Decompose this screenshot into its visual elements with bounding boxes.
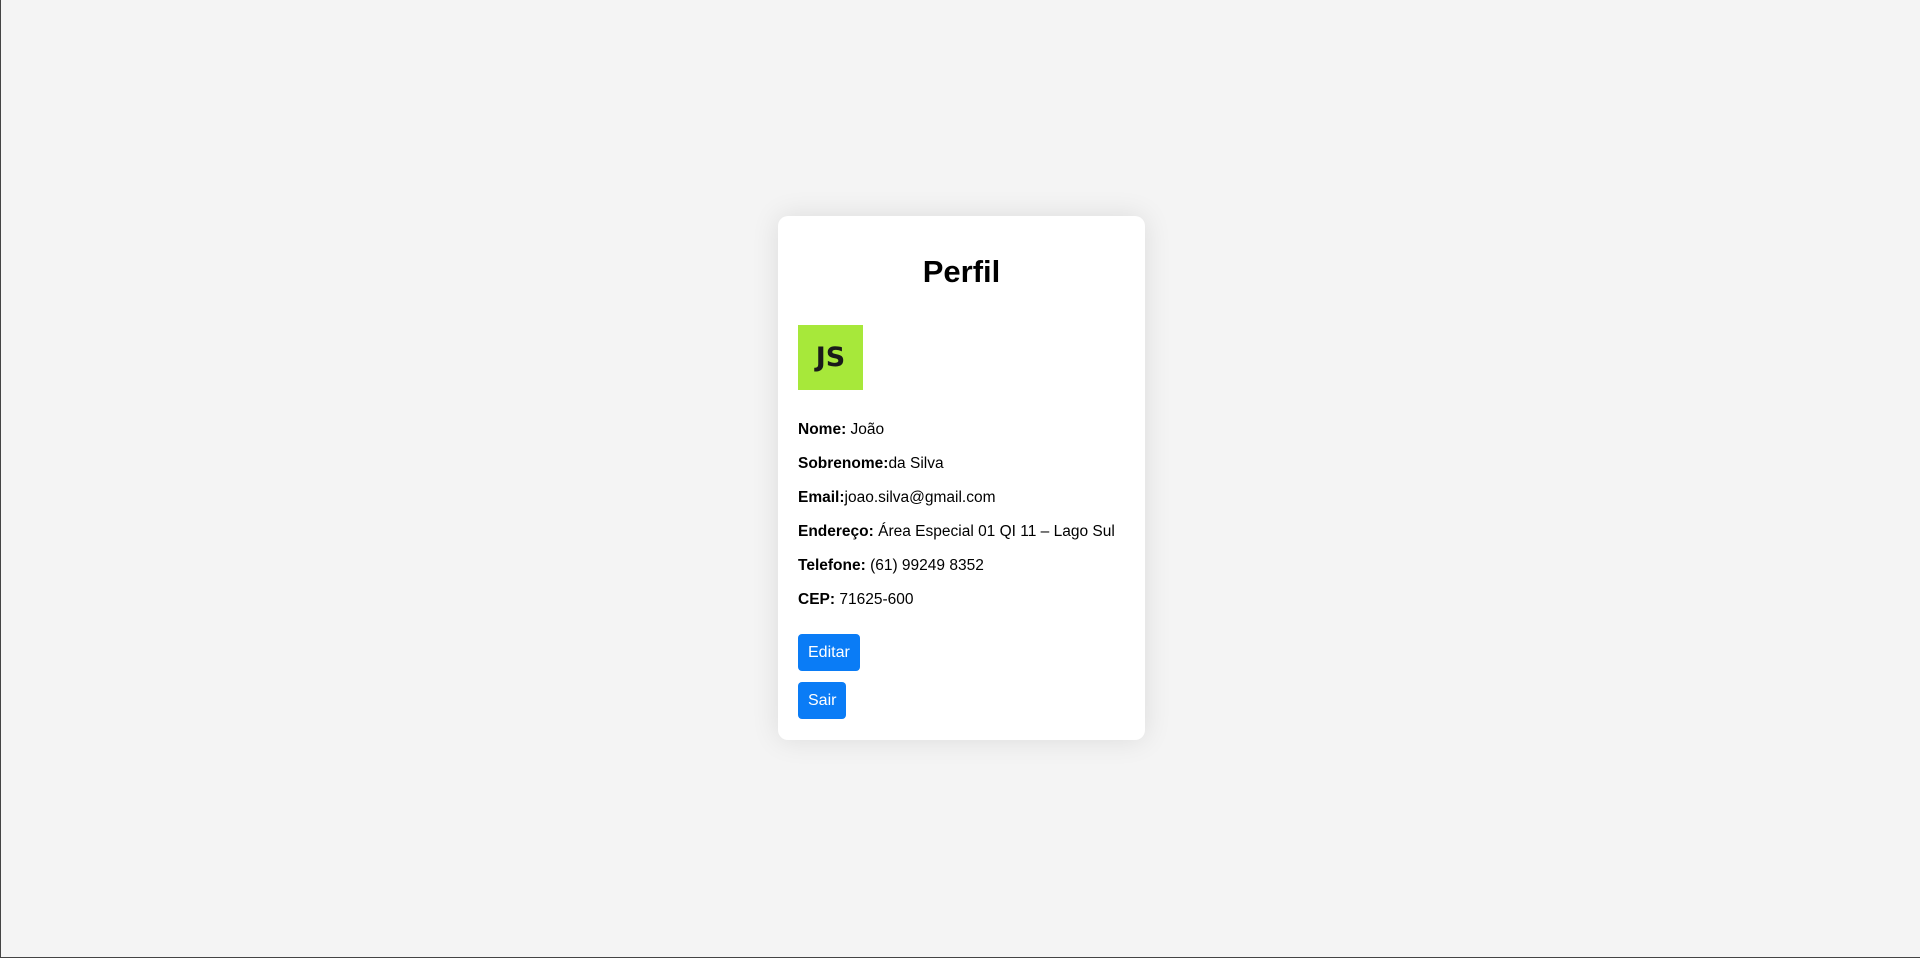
- field-value: 71625-600: [839, 591, 914, 608]
- page-background: Perfil JS Nome: João Sobrenome:da Silva …: [0, 0, 1920, 958]
- field-email: Email:joao.silva@gmail.com: [798, 487, 1135, 521]
- logout-button[interactable]: Sair: [798, 682, 847, 719]
- avatar-initials: JS: [815, 342, 846, 373]
- field-value: joao.silva@gmail.com: [844, 489, 996, 506]
- field-value: João: [850, 421, 885, 438]
- field-label: Telefone:: [798, 557, 866, 574]
- field-label: CEP:: [798, 591, 836, 608]
- field-sobrenome: Sobrenome:da Silva: [798, 453, 1135, 487]
- page-title: Perfil: [922, 254, 1001, 289]
- field-value: da Silva: [888, 455, 944, 472]
- field-label: Sobrenome:: [798, 455, 889, 472]
- field-value: Área Especial 01 QI 11 – Lago Sul: [878, 523, 1115, 540]
- edit-button[interactable]: Editar: [798, 634, 860, 671]
- field-nome: Nome: João: [798, 419, 1135, 453]
- field-value: (61) 99249 8352: [870, 557, 984, 574]
- profile-card: Perfil JS Nome: João Sobrenome:da Silva …: [778, 216, 1145, 740]
- field-telefone: Telefone: (61) 99249 8352: [798, 555, 1135, 589]
- field-cep: CEP: 71625-600: [798, 589, 1135, 623]
- field-endereco: Endereço: Área Especial 01 QI 11 – Lago …: [798, 521, 1135, 555]
- profile-fields: Nome: João Sobrenome:da Silva Email:joao…: [798, 419, 1135, 623]
- field-label: Email:: [798, 489, 845, 506]
- field-label: Endereço:: [798, 523, 874, 540]
- avatar: JS: [798, 325, 863, 390]
- field-label: Nome:: [798, 421, 847, 438]
